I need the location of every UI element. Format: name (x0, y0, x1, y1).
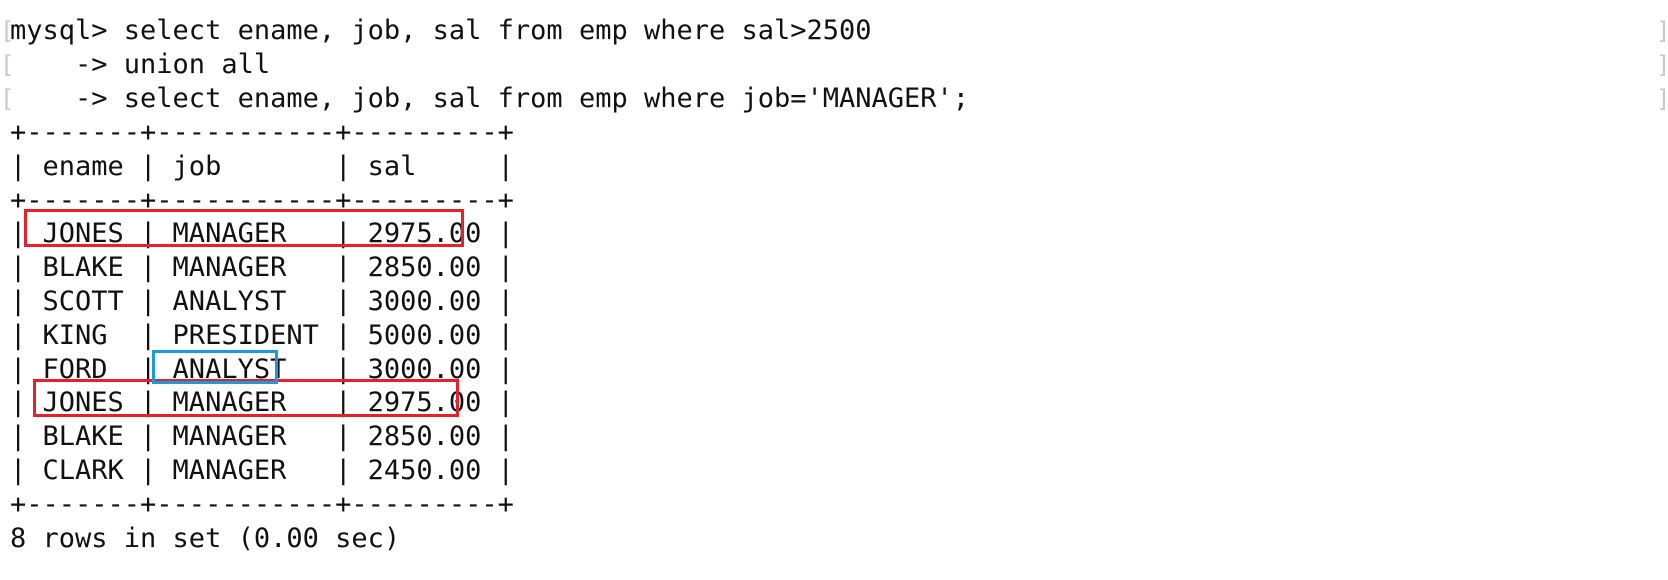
table-row: | KING | PRESIDENT | 5000.00 | (10, 320, 514, 351)
prompt-bracket-right: ] (1656, 82, 1668, 116)
table-row: | CLARK | MANAGER | 2450.00 | (10, 455, 514, 486)
prompt-bracket-right: ] (1656, 48, 1668, 82)
table-border-header: +-------+-----------+---------+ (10, 185, 514, 216)
table-row: | BLAKE | MANAGER | 2850.00 | (10, 252, 514, 283)
table-row: | BLAKE | MANAGER | 2850.00 | (10, 421, 514, 452)
prompt-bracket-right: ] (1656, 14, 1668, 48)
table-header-row: | ename | job | sal | (10, 151, 514, 182)
table-border-bottom: +-------+-----------+---------+ (10, 489, 514, 520)
sql-prompt-line: mysql> select ename, job, sal from emp w… (10, 15, 872, 46)
table-row: | JONES | MANAGER | 2975.00 | (10, 387, 514, 418)
table-row: | FORD | ANALYST | 3000.00 | (10, 354, 514, 385)
terminal-window[interactable]: [ ] [ ] [ ] mysql> select ename, job, sa… (0, 0, 1668, 580)
result-summary: 8 rows in set (0.00 sec) (10, 523, 401, 554)
table-border-top: +-------+-----------+---------+ (10, 117, 514, 148)
sql-continuation-line: -> union all (10, 49, 271, 80)
table-row: | JONES | MANAGER | 2975.00 | (10, 218, 514, 249)
sql-continuation-line: -> select ename, job, sal from emp where… (10, 83, 970, 114)
table-row: | SCOTT | ANALYST | 3000.00 | (10, 286, 514, 317)
